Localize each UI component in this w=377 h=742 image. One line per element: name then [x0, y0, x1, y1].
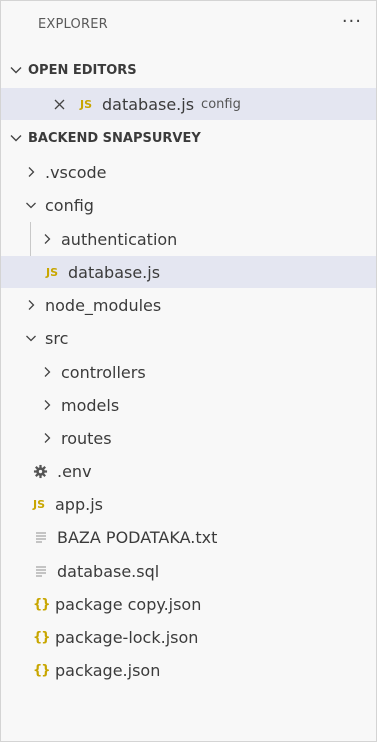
- chevron-right-icon: [44, 367, 51, 377]
- tree-item-label: src: [45, 328, 69, 348]
- tree-item-vscode[interactable]: .vscode: [1, 156, 376, 188]
- tree-item-label: database.sql: [57, 561, 160, 581]
- tree-item-label: models: [61, 395, 120, 415]
- json-file-icon: {}: [33, 629, 51, 645]
- open-editor-item[interactable]: JS database.js config: [1, 88, 376, 120]
- project-header[interactable]: BACKEND SNAPSURVEY: [1, 123, 376, 153]
- tree-item-src[interactable]: src: [1, 322, 376, 354]
- chevron-down-icon: [10, 67, 22, 74]
- explorer-title: EXPLORER: [38, 17, 108, 32]
- text-file-icon: [36, 532, 46, 543]
- tree-item-label: authentication: [61, 229, 178, 249]
- tree-item-label: package-lock.json: [55, 627, 199, 647]
- project-label: BACKEND SNAPSURVEY: [28, 130, 201, 146]
- tree-item-app-js[interactable]: JS app.js: [1, 488, 376, 520]
- tree-item-database-sql[interactable]: database.sql: [1, 555, 376, 587]
- chevron-down-icon: [26, 202, 36, 209]
- open-editors-header[interactable]: OPEN EDITORS: [1, 55, 376, 85]
- close-icon[interactable]: [53, 98, 66, 111]
- more-actions-icon[interactable]: ···: [342, 11, 362, 32]
- chevron-right-icon: [28, 167, 35, 177]
- tree-item-package-json[interactable]: {} package.json: [1, 654, 376, 686]
- explorer-header: EXPLORER ···: [1, 1, 376, 47]
- tree-item-label: controllers: [61, 362, 146, 382]
- tree-item-label: config: [45, 195, 94, 215]
- text-file-icon: [36, 566, 46, 577]
- explorer-panel: EXPLORER ··· OPEN EDITORS JS database.js…: [0, 0, 377, 742]
- tree-item-label: BAZA PODATAKA.txt: [57, 527, 218, 547]
- tree-item-label: node_modules: [45, 295, 162, 315]
- open-editor-filename: database.js: [102, 94, 195, 114]
- open-editor-description: config: [201, 96, 241, 112]
- js-file-icon: JS: [80, 97, 93, 111]
- chevron-right-icon: [44, 234, 51, 244]
- open-editors-label: OPEN EDITORS: [28, 62, 137, 78]
- tree-item-authentication[interactable]: authentication: [1, 223, 376, 255]
- tree-item-env[interactable]: .env: [1, 455, 376, 487]
- chevron-right-icon: [28, 300, 35, 310]
- tree-item-label: package copy.json: [55, 594, 202, 614]
- tree-item-package-copy[interactable]: {} package copy.json: [1, 588, 376, 620]
- tree-item-baza-podataka[interactable]: BAZA PODATAKA.txt: [1, 521, 376, 553]
- chevron-down-icon: [26, 335, 36, 342]
- tree-item-routes[interactable]: routes: [1, 422, 376, 454]
- tree-item-label: .vscode: [45, 162, 107, 182]
- tree-item-label: package.json: [55, 660, 161, 680]
- tree-item-label: routes: [61, 428, 112, 448]
- tree-item-node-modules[interactable]: node_modules: [1, 289, 376, 321]
- json-file-icon: {}: [33, 662, 51, 678]
- chevron-right-icon: [44, 400, 51, 410]
- js-file-icon: JS: [46, 265, 59, 279]
- tree-item-package-lock[interactable]: {} package-lock.json: [1, 621, 376, 653]
- tree-item-database-js[interactable]: JS database.js: [1, 256, 376, 288]
- tree-item-label: app.js: [55, 494, 103, 514]
- chevron-down-icon: [10, 135, 22, 142]
- js-file-icon: JS: [33, 497, 46, 511]
- chevron-right-icon: [44, 433, 51, 443]
- json-file-icon: {}: [33, 596, 51, 612]
- tree-item-label: database.js: [68, 262, 161, 282]
- tree-item-controllers[interactable]: controllers: [1, 356, 376, 388]
- tree-item-config[interactable]: config: [1, 189, 376, 221]
- tree-item-label: .env: [57, 461, 92, 481]
- gear-icon: [33, 464, 48, 478]
- tree-item-models[interactable]: models: [1, 389, 376, 421]
